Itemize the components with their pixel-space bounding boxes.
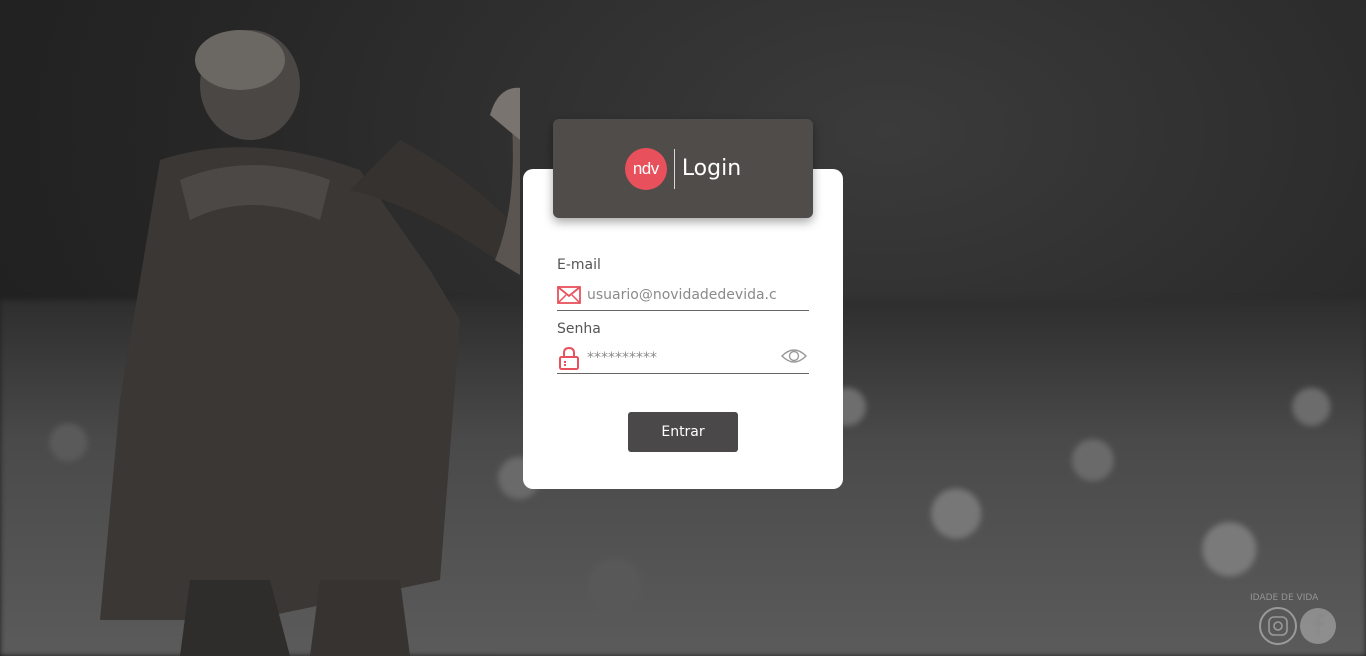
watermark-text: IDADE DE VIDA [1250, 593, 1319, 603]
ndv-logo: ndv [624, 147, 667, 190]
eye-icon[interactable] [781, 346, 807, 370]
email-input[interactable] [587, 287, 777, 303]
lock-icon [557, 346, 581, 370]
logo-divider [673, 148, 675, 189]
email-label: E-mail [557, 257, 601, 273]
social-watermark: IDADE DE VIDA [1250, 593, 1336, 645]
envelope-icon [557, 283, 581, 307]
login-title: Login [681, 156, 742, 181]
password-field-row [557, 343, 809, 374]
submit-button[interactable]: Entrar [628, 412, 738, 452]
speaker-silhouette [100, 30, 520, 656]
password-input[interactable] [587, 350, 777, 366]
login-header: ndv Login [553, 119, 813, 218]
email-field-row [557, 280, 809, 311]
password-label: Senha [557, 321, 601, 337]
